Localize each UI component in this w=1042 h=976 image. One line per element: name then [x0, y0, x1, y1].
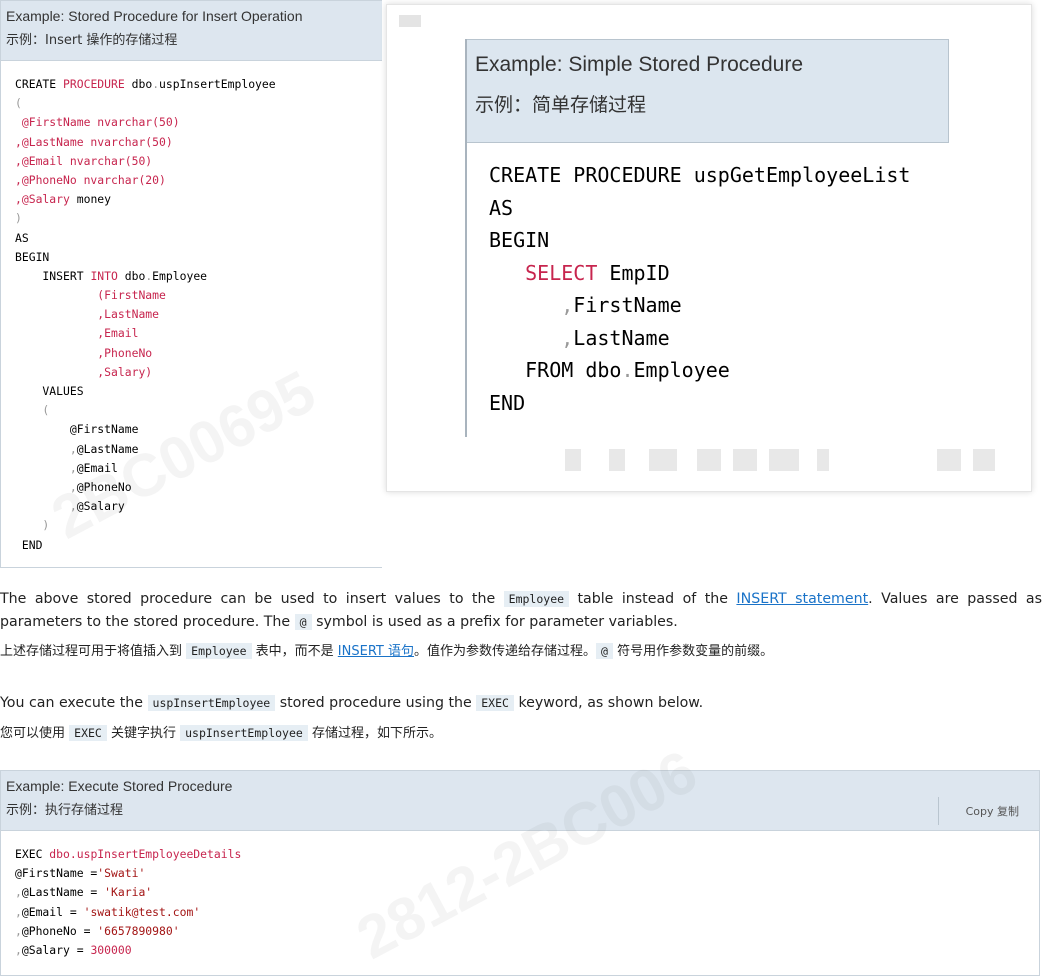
code-line: @FirstName ='Swati' [15, 866, 146, 881]
code-line: AS [15, 230, 29, 245]
text-run: table instead of the [569, 591, 737, 607]
text-run: 表中，而不是 [251, 644, 338, 659]
code-line: @FirstName nvarchar(50) [15, 115, 180, 130]
insert-statement-link-zh[interactable]: INSERT 语句 [338, 644, 414, 659]
example-subtitle: 示例：执行存储过程 [6, 803, 124, 818]
code-line: ,@Email = 'swatik@test.com' [15, 904, 201, 919]
simple-procedure-screenshot: Example: Simple Stored Procedure 示例：简单存储… [386, 4, 1032, 492]
example-title: Example: Stored Procedure for Insert Ope… [6, 8, 303, 24]
code-line: ,@Email [15, 460, 118, 475]
inline-code: uspInsertEmployee [147, 695, 276, 711]
chinese-text: 上述存储过程可用于将值插入到 Employee 表中，而不是 INSERT 语句… [0, 641, 1042, 662]
code-line: AS [489, 195, 514, 220]
code-line: ,FirstName [489, 293, 682, 317]
example-header: Example: Execute Stored Procedure 示例：执行存… [1, 771, 1039, 831]
code-line: BEGIN [15, 249, 50, 264]
text-run: symbol is used as a prefix for parameter… [311, 614, 678, 630]
code-line: CREATE PROCEDURE dbo.uspInsertEmployee [15, 77, 276, 91]
code-block: CREATE PROCEDURE uspGetEmployeeList AS BEG… [467, 143, 949, 419]
example-subtitle: 示例：简单存储过程 [475, 94, 647, 116]
code-line: (FirstName [15, 288, 166, 303]
code-line: VALUES [15, 384, 84, 398]
code-line: CREATE PROCEDURE uspGetEmployeeList [489, 163, 911, 187]
english-text: You can execute the uspInsertEmployee st… [0, 692, 1042, 715]
code-line: ,@PhoneNo nvarchar(20) [15, 172, 166, 187]
text-run: 您可以使用 [0, 726, 70, 741]
text-run: keyword, as shown below. [513, 695, 704, 711]
text-run: 。值作为参数传递给存储过程。 [413, 644, 596, 659]
code-line: ,@LastName nvarchar(50) [15, 134, 173, 149]
code-line: EXEC dbo.uspInsertEmployeeDetails [15, 847, 242, 861]
text-run: stored procedure using the [275, 695, 477, 711]
copy-button[interactable]: Copy 复制 [966, 803, 1019, 819]
inline-code: Employee [186, 643, 252, 659]
insert-statement-link[interactable]: INSERT statement [736, 591, 868, 607]
chinese-text: 您可以使用 EXEC 关键字执行 uspInsertEmployee 存储过程，… [0, 723, 1042, 744]
example-title: Example: Execute Stored Procedure [6, 778, 233, 794]
code-line: ) [15, 211, 22, 226]
english-text: The above stored procedure can be used t… [0, 588, 1042, 634]
divider [938, 797, 939, 825]
example-execute-procedure: Example: Execute Stored Procedure 示例：执行存… [0, 770, 1040, 976]
text-run: The above stored procedure can be used t… [0, 591, 504, 607]
text-run: 关键字执行 [106, 726, 181, 741]
blurred-toolbar [565, 449, 1001, 471]
code-block: EXEC dbo.uspInsertEmployeeDetails @FirstN… [1, 831, 1039, 960]
code-line: @FirstName [15, 422, 139, 437]
code-line: ,@Salary = 300000 [15, 942, 132, 957]
text-run: 上述存储过程可用于将值插入到 [0, 644, 187, 659]
code-line: ,@PhoneNo = '6657890980' [15, 923, 180, 938]
blur-block [399, 15, 421, 27]
code-line: ,Email [15, 326, 139, 341]
code-line: ,@LastName = 'Karia' [15, 885, 153, 900]
example-insert-procedure: Example: Stored Procedure for Insert Ope… [0, 0, 382, 568]
text-run: You can execute the [0, 695, 148, 711]
description-paragraph: The above stored procedure can be used t… [0, 588, 1042, 662]
text-run: 符号用作参数变量的前缀。 [612, 644, 774, 659]
code-line: ,@Email nvarchar(50) [15, 153, 153, 168]
code-line: FROM dbo.Employee [489, 358, 730, 382]
code-block: CREATE PROCEDURE dbo.uspInsertEmployee( … [1, 61, 382, 555]
code-line: ( [15, 96, 22, 111]
example-header: Example: Stored Procedure for Insert Ope… [1, 1, 382, 61]
example-subtitle: 示例：Insert 操作的存储过程 [6, 33, 178, 48]
code-line: BEGIN [489, 228, 550, 252]
inline-code: EXEC [476, 695, 514, 711]
code-line: ,PhoneNo [15, 345, 153, 360]
code-line: END [489, 390, 526, 415]
example-title: Example: Simple Stored Procedure [475, 53, 803, 76]
code-line: ,@LastName [15, 441, 139, 456]
code-line: SELECT EmpID [525, 260, 670, 285]
code-line: END [15, 537, 43, 552]
code-line: ( [15, 403, 50, 418]
code-line: ,@Salary money [15, 192, 112, 207]
code-line: INSERT INTO dbo.Employee [15, 268, 208, 283]
inline-code: Employee [503, 591, 570, 607]
code-line: ,@Salary [15, 499, 125, 514]
code-line: ,LastName [15, 307, 160, 322]
inline-code: EXEC [69, 725, 107, 741]
code-line: ,LastName [489, 325, 670, 350]
execute-paragraph: You can execute the uspInsertEmployee st… [0, 692, 1042, 744]
example-simple-procedure: Example: Simple Stored Procedure 示例：简单存储… [465, 39, 949, 437]
text-run: 存储过程，如下所示。 [307, 726, 442, 741]
inline-code: uspInsertEmployee [180, 725, 308, 741]
inline-code: @ [294, 614, 312, 630]
example-header: Example: Simple Stored Procedure 示例：简单存储… [467, 39, 949, 143]
code-line: ,Salary) [15, 364, 153, 379]
code-line: ,@PhoneNo [15, 479, 132, 494]
code-line: ) [15, 518, 50, 533]
inline-code: @ [596, 643, 613, 659]
